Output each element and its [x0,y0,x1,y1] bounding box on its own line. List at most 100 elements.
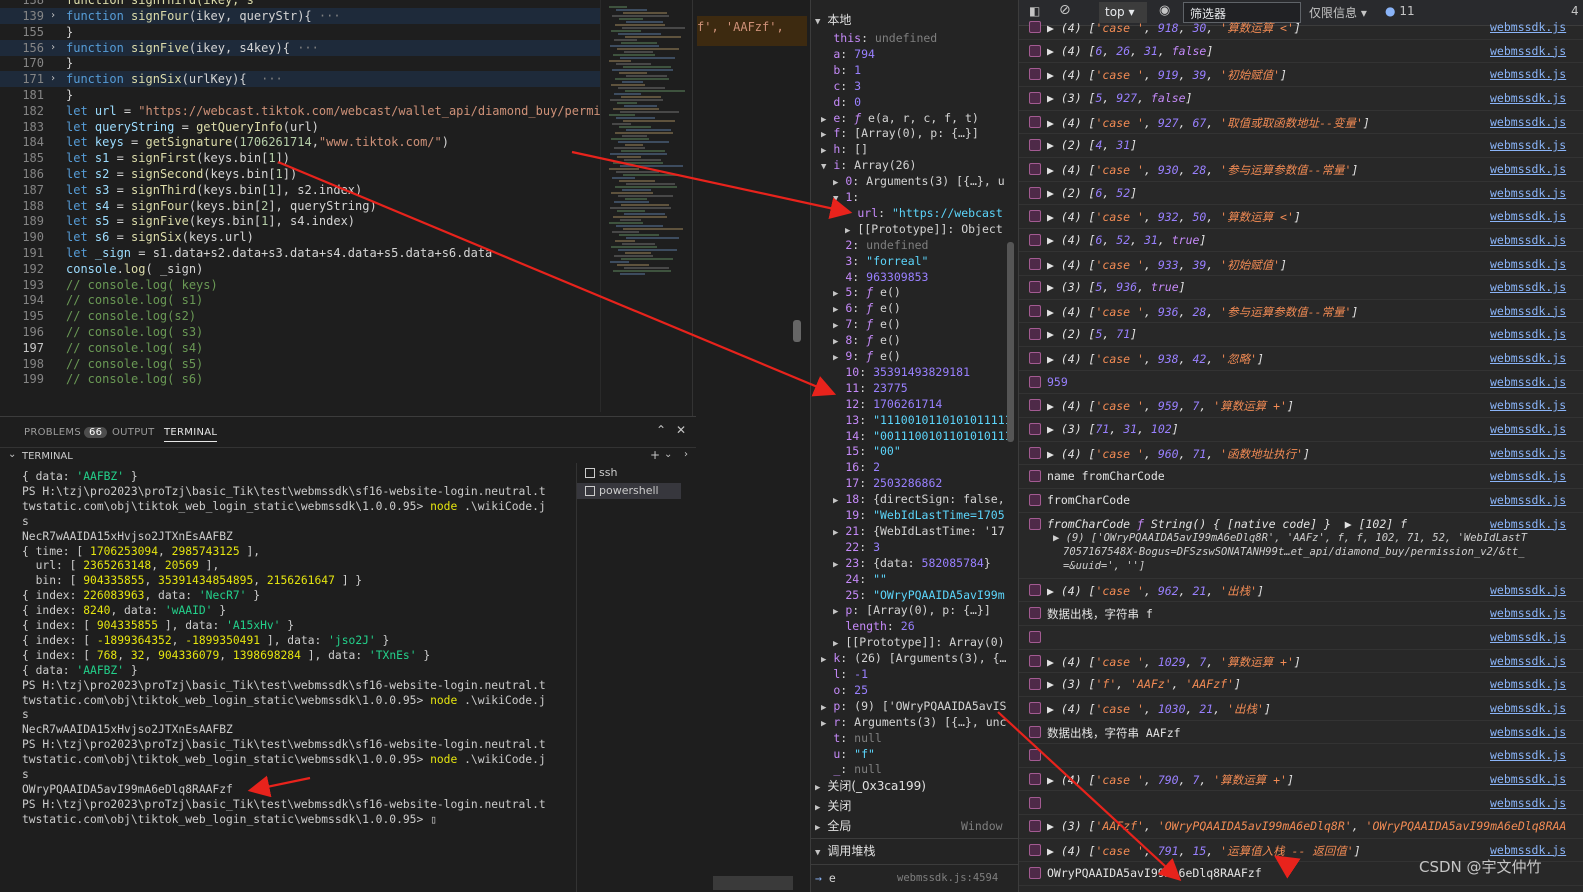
scope-global-row[interactable]: ▶ 全局 Window [815,818,1015,834]
scope-variable-row[interactable]: ▶ 8: ƒ e() [833,332,901,348]
scope-variable-row[interactable]: 22: 3 [833,539,880,555]
expand-triangle-icon[interactable]: ▶ [1047,44,1061,58]
expand-triangle-icon[interactable]: ▶ [1047,447,1061,461]
expand-triangle-icon[interactable]: ▶ [1047,399,1061,413]
console-message[interactable]: ▶ (3) ['f', 'AAFz', 'AAFzf'] webmssdk.js [1019,673,1583,697]
expand-triangle-icon[interactable]: ▶ [1047,844,1061,858]
console-source-link[interactable]: webmssdk.js [1490,725,1566,739]
console-message[interactable]: fromCharCode webmssdk.js [1019,489,1583,513]
scope-local-header[interactable]: ▼ 本地 [815,12,851,28]
scope-variable-row[interactable]: 25: "OWryPQAAIDA5avI99m [833,587,1004,603]
terminal-item-powershell[interactable]: powershell [577,483,681,499]
expand-triangle-icon[interactable]: ▶ [1047,280,1061,294]
scope-scrollbar[interactable] [1007,242,1014,442]
scope-variable-row[interactable]: ▶ f: [Array(0), p: {…}] [821,125,979,141]
console-message[interactable]: ▶ (4) ['case ', 930, 28, '参与运算参数值--常量'] w… [1019,158,1583,182]
expand-triangle-icon[interactable]: ▶ [1047,677,1061,691]
console-message[interactable]: ▶ (4) ['case ', 936, 28, '参与运算参数值--常量'] w… [1019,300,1583,324]
scope-variable-row[interactable]: 17: 2503286862 [833,475,942,491]
console-source-link[interactable]: webmssdk.js [1490,517,1566,531]
scope-variable-row[interactable]: 19: "WebIdLastTime=1705 [833,507,1004,523]
console-source-link[interactable]: webmssdk.js [1490,351,1566,365]
code-line[interactable]: 198 // console.log( s5) [0,356,600,372]
console-message[interactable]: ▶ (4) ['case ', 960, 71, '函数地址执行'] webmss… [1019,442,1583,466]
scope-variable-row[interactable]: a: 794 [821,46,875,62]
console-source-link[interactable]: webmssdk.js [1490,209,1566,223]
console-source-link[interactable]: webmssdk.js [1490,91,1566,105]
scope-variable-row[interactable]: _: null [821,761,882,777]
console-message[interactable]: ▶ (4) ['case ', 938, 42, '忽略'] webmssdk.j… [1019,347,1583,371]
code-line[interactable]: 190 let s6 = signSix(keys.url) [0,229,600,245]
console-source-link[interactable]: webmssdk.js [1490,398,1566,412]
scope-variable-row[interactable]: ▼ 1: [833,189,859,205]
scope-variable-row[interactable]: ▶ [[Prototype]]: Array(0) [833,634,1005,650]
code-line[interactable]: 184 let keys = getSignature(1706261714,"w… [0,134,600,150]
scope-variable-row[interactable]: ▶ 23: {data: 582085784} [833,555,991,571]
console-message[interactable]: fromCharCode ƒ String() { [native code] … [1019,513,1583,579]
code-editor[interactable]: 138 function signThird(ikey, s 139 › functio… [0,0,600,412]
scope-variable-row[interactable]: ▶ r: Arguments(3) [{…}, unc [821,714,1006,730]
console-source-link[interactable]: webmssdk.js [1490,630,1566,644]
scope-variable-row[interactable]: ▶ 9: ƒ e() [833,348,901,364]
expand-triangle-icon[interactable]: ▶ [1047,773,1061,787]
console-message[interactable]: ▶ (2) [5, 71] webmssdk.js [1019,323,1583,348]
expand-triangle-icon[interactable]: ▶ [1047,584,1061,598]
console-source-link[interactable]: webmssdk.js [1490,67,1566,81]
tab-output[interactable]: OUTPUT [112,427,155,438]
console-message[interactable]: ▶ (4) ['case ', 962, 21, '出栈'] webmssdk.j… [1019,579,1583,603]
console-message[interactable]: ▶ (4) ['case ', 932, 50, '算数运算 <'] webmss… [1019,205,1583,229]
scope-variable-row[interactable]: 24: "" [833,571,887,587]
code-line[interactable]: 138 function signThird(ikey, s [0,0,600,8]
expand-triangle-icon[interactable]: ▶ [1047,116,1061,130]
console-source-link[interactable]: webmssdk.js [1490,748,1566,762]
code-line[interactable]: 188 let s4 = signFour(keys.bin[2], queryS… [0,198,600,214]
chevron-right-icon[interactable]: › [684,449,688,460]
console-message[interactable]: ▶ (2) [4, 31] webmssdk.js [1019,134,1583,158]
scope-variable-row[interactable]: 2: undefined [833,237,928,253]
scope-variable-row[interactable]: ▶ e: ƒ e(a, r, c, f, t) [821,110,979,126]
code-line[interactable]: 196 // console.log( s3) [0,324,600,340]
scope-variable-row[interactable]: 11: 23775 [833,380,907,396]
scope-variable-row[interactable]: c: 3 [821,78,861,94]
expand-triangle-icon[interactable]: ▶ [1047,233,1061,247]
console-message[interactable]: ▶ (4) ['case ', 790, 7, '算数运算 +'] webmssd… [1019,768,1583,792]
terminal-dropdown-icon[interactable]: ⌄ [664,449,672,460]
console-message[interactable]: 数据出栈，字符串 AAFzf webmssdk.js [1019,721,1583,745]
console-source-link[interactable]: webmssdk.js [1490,186,1566,200]
scope-variable-row[interactable]: length: 26 [833,618,914,634]
console-source-link[interactable]: webmssdk.js [1490,843,1566,857]
expand-triangle-icon[interactable]: ▶ [1047,702,1061,716]
source-scroll-button[interactable] [713,876,793,890]
console-source-link[interactable]: webmssdk.js [1490,422,1566,436]
scope-variable-row[interactable]: ▶ p: (9) ['OWryPQAAIDA5avIS [821,698,1006,714]
tab-terminal[interactable]: TERMINAL [164,427,218,442]
console-message[interactable]: name fromCharCode webmssdk.js [1019,465,1583,489]
console-source-link[interactable]: webmssdk.js [1490,493,1566,507]
code-line[interactable]: 189 let s5 = signFive(keys.bin[1], s4.ind… [0,213,600,229]
console-message[interactable]: ▶ (4) ['case ', 959, 7, '算数运算 +'] webmssd… [1019,394,1583,419]
scope-variable-row[interactable]: 13: "1110010110101011111 [833,412,1011,428]
console-message[interactable]: ▶ (4) ['case ', 919, 39, '初始赋值'] webmssdk… [1019,63,1583,87]
console-source-link[interactable]: webmssdk.js [1490,20,1566,34]
console-message[interactable]: ▶ (4) ['case ', 1030, 21, '出栈'] webmssdk.… [1019,697,1583,721]
code-line[interactable]: 192 console.log( _sign) [0,261,600,277]
console-message[interactable]: webmssdk.js [1019,792,1583,816]
console-source-link[interactable]: webmssdk.js [1490,304,1566,318]
code-line[interactable]: 185 let s1 = signFirst(keys.bin[1]) [0,150,600,166]
scope-variable-row[interactable]: 16: 2 [833,459,880,475]
scope-variable-row[interactable]: ▶ 7: ƒ e() [833,316,901,332]
expand-triangle-icon[interactable]: ▶ [1047,819,1061,833]
scope-variable-row[interactable]: 12: 1706261714 [833,396,942,412]
code-line[interactable]: 139 › function signFour(ikey, queryStr){ ·… [0,8,600,24]
console-source-link[interactable]: webmssdk.js [1490,606,1566,620]
console-source-link[interactable]: webmssdk.js [1490,469,1566,483]
code-line[interactable]: 187 let s3 = signThird(keys.bin[1], s2.in… [0,182,600,198]
scope-variable-row[interactable]: ▼ i: Array(26) [821,157,916,173]
console-message[interactable]: webmssdk.js [1019,744,1583,768]
scope-variable-row[interactable]: 15: "00" [833,443,900,459]
console-source-link[interactable]: webmssdk.js [1490,583,1566,597]
add-terminal-icon[interactable]: + [650,448,660,462]
code-line[interactable]: 183 let queryString = getQueryInfo(url) [0,119,600,135]
console-message[interactable]: webmssdk.js [1019,626,1583,650]
expand-triangle-icon[interactable]: ▶ [1047,422,1061,436]
